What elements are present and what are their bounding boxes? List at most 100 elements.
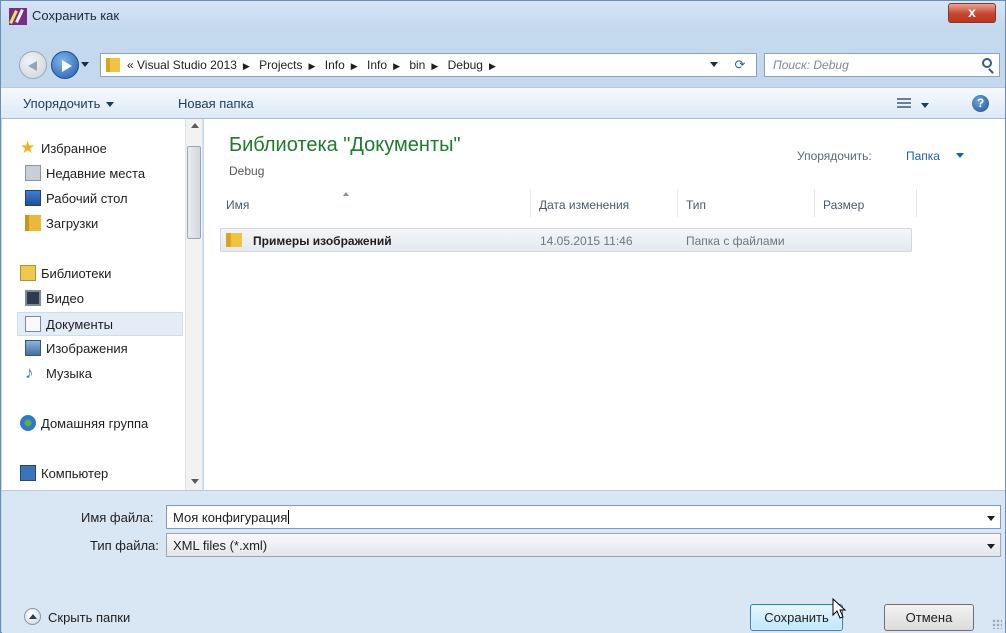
column-header-size[interactable]: Размер <box>817 189 917 217</box>
recent-pages-chevron-down-icon[interactable] <box>81 62 89 67</box>
breadcrumb-item[interactable]: « Visual Studio 2013 <box>127 58 237 72</box>
scroll-thumb[interactable] <box>187 146 201 239</box>
back-button[interactable] <box>19 51 47 79</box>
breadcrumb-separator-icon[interactable]: ▶ <box>303 61 322 71</box>
hide-folders-label: Скрыть папки <box>48 610 131 625</box>
nav-item-desktop[interactable]: Рабочий стол <box>2 187 185 211</box>
nav-scrollbar[interactable] <box>185 119 202 490</box>
table-row[interactable]: Примеры изображений 14.05.2015 11:46 Пап… <box>220 228 912 252</box>
nav-item-label: Компьютер <box>41 466 109 481</box>
breadcrumb-separator-icon[interactable]: ▶ <box>483 61 502 71</box>
file-list-pane[interactable]: Библиотека "Документы" Debug Упорядочить… <box>204 119 1005 490</box>
filename-label: Имя файла: <box>81 510 154 525</box>
nav-item-label: Библиотеки <box>41 266 112 281</box>
nav-item-label: Недавние места <box>46 166 146 181</box>
nav-item-homegroup[interactable]: Домашняя группа <box>2 412 185 436</box>
view-options-icon[interactable] <box>897 98 911 110</box>
view-options-chevron-down-icon[interactable] <box>921 103 929 108</box>
nav-item-libraries[interactable]: Библиотеки <box>2 262 185 286</box>
scroll-down-icon[interactable] <box>191 479 199 484</box>
file-type: Папка с файлами <box>686 234 785 248</box>
search-icon[interactable] <box>982 58 992 68</box>
desktop-icon <box>25 190 41 206</box>
filename-history-chevron-down-icon[interactable] <box>987 516 995 521</box>
resize-grip-icon[interactable] <box>992 619 1002 629</box>
star-icon: ★ <box>20 138 36 157</box>
nav-item-computer[interactable]: Компьютер <box>2 462 185 486</box>
nav-item-label: Домашняя группа <box>41 416 149 431</box>
file-name: Примеры изображений <box>253 234 392 248</box>
breadcrumb: « Visual Studio 2013 ▶ Projects ▶ Info ▶ In… <box>127 58 502 72</box>
library-subtitle: Debug <box>229 164 265 178</box>
breadcrumb-item[interactable]: bin <box>409 58 425 72</box>
column-header-date[interactable]: Дата изменения <box>533 189 678 217</box>
column-header-name[interactable]: Имя <box>220 189 531 217</box>
arrange-by-chevron-down-icon[interactable] <box>956 153 964 158</box>
breadcrumb-item[interactable]: Debug <box>448 58 483 72</box>
new-folder-button[interactable]: Новая папка <box>178 96 254 111</box>
nav-item-downloads[interactable]: Загрузки <box>2 212 185 236</box>
nav-item-label: Избранное <box>41 141 107 156</box>
library-title: Библиотека "Документы" <box>229 134 461 156</box>
filetype-value: XML files (*.xml) <box>173 538 268 553</box>
music-icon: ♪ <box>25 363 34 382</box>
chevron-down-icon <box>106 102 115 108</box>
navigation-pane[interactable]: ★ Избранное Недавние места Рабочий стол … <box>2 119 203 490</box>
computer-icon <box>20 465 36 481</box>
nav-item-label: Документы <box>46 317 114 332</box>
save-form: Имя файла: Моя конфигурация Тип файла: X… <box>2 490 1005 633</box>
folder-icon <box>226 233 242 247</box>
nav-item-video[interactable]: Видео <box>2 287 185 311</box>
column-header-type[interactable]: Тип <box>680 189 815 217</box>
arrange-by-label: Упорядочить: <box>797 149 872 163</box>
filetype-label: Тип файла: <box>90 538 159 553</box>
breadcrumb-separator-icon[interactable]: ▶ <box>345 61 364 71</box>
window-title: Сохранить как <box>32 8 120 23</box>
nav-item-recent-places[interactable]: Недавние места <box>2 162 185 186</box>
folder-icon <box>106 58 120 72</box>
address-bar[interactable]: « Visual Studio 2013 ▶ Projects ▶ Info ▶ In… <box>100 53 757 77</box>
nav-item-images[interactable]: Изображения <box>2 337 185 361</box>
nav-item-label: Рабочий стол <box>46 191 128 206</box>
command-bar: Упорядочить Новая папка ? <box>1 87 1005 119</box>
filename-field[interactable]: Моя конфигурация <box>166 505 1001 529</box>
help-icon[interactable]: ? <box>972 95 989 112</box>
address-dropdown-chevron-down-icon[interactable] <box>710 62 718 67</box>
nav-item-favorites[interactable]: ★ Избранное <box>2 137 185 161</box>
collapse-up-icon <box>24 608 41 625</box>
nav-item-documents[interactable]: Документы <box>17 312 183 336</box>
scroll-up-icon[interactable] <box>191 123 199 128</box>
recent-places-icon <box>25 165 41 181</box>
cancel-button[interactable]: Отмена <box>884 604 974 631</box>
breadcrumb-separator-icon[interactable]: ▶ <box>237 61 256 71</box>
video-icon <box>25 290 41 306</box>
search-placeholder: Поиск: Debug <box>773 58 849 72</box>
app-logo-icon <box>9 8 27 25</box>
organize-button[interactable]: Упорядочить <box>23 96 115 111</box>
close-button[interactable]: x <box>948 3 996 23</box>
breadcrumb-separator-icon[interactable]: ▶ <box>387 61 406 71</box>
forward-button[interactable] <box>51 51 79 79</box>
breadcrumb-item[interactable]: Info <box>325 58 345 72</box>
nav-item-label: Видео <box>46 291 84 306</box>
save-as-dialog: Сохранить как x « Visual Studio 2013 ▶ Pr… <box>0 0 1006 633</box>
address-row: « Visual Studio 2013 ▶ Projects ▶ Info ▶ In… <box>1 31 1005 81</box>
nav-item-label: Загрузки <box>46 216 99 231</box>
downloads-folder-icon <box>25 215 41 231</box>
documents-icon <box>25 316 41 332</box>
images-icon <box>25 340 41 356</box>
breadcrumb-separator-icon[interactable]: ▶ <box>425 61 444 71</box>
search-input[interactable]: Поиск: Debug <box>764 53 1000 77</box>
filetype-select[interactable]: XML files (*.xml) <box>166 533 1001 557</box>
arrange-by-dropdown[interactable]: Папка <box>906 149 940 163</box>
breadcrumb-item[interactable]: Info <box>367 58 387 72</box>
homegroup-icon <box>20 415 36 431</box>
filetype-chevron-down-icon[interactable] <box>987 544 995 549</box>
nav-item-music[interactable]: ♪ Музыка <box>2 362 185 386</box>
organize-label: Упорядочить <box>23 96 101 111</box>
nav-item-label: Музыка <box>46 366 92 381</box>
save-button[interactable]: Сохранить <box>750 604 843 631</box>
refresh-icon[interactable]: ⟳ <box>729 54 751 76</box>
breadcrumb-item[interactable]: Projects <box>259 58 302 72</box>
filename-value[interactable]: Моя конфигурация <box>173 510 289 525</box>
